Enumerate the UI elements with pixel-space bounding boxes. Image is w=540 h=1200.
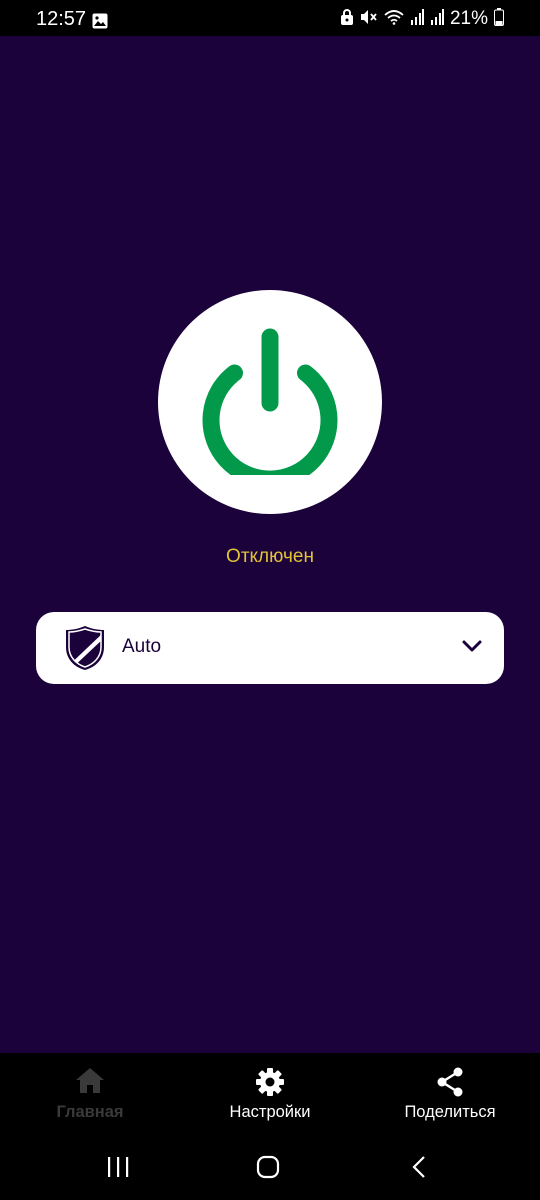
bottom-navigation: Главная Настройки Поделиться bbox=[0, 1053, 540, 1135]
home-icon bbox=[75, 1067, 105, 1100]
back-button[interactable] bbox=[408, 1155, 432, 1184]
battery-icon bbox=[494, 7, 504, 31]
mute-icon bbox=[360, 9, 378, 30]
screen: 12:57 21% Отключен Auto Главная Настройк… bbox=[0, 0, 540, 1200]
signal-icon bbox=[430, 8, 444, 30]
battery-percent: 21% bbox=[449, 8, 488, 29]
server-select-label: Auto bbox=[122, 636, 162, 657]
image-icon bbox=[92, 13, 108, 34]
home-button[interactable] bbox=[256, 1155, 280, 1184]
power-icon bbox=[195, 325, 345, 488]
nav-item-share-label: Поделиться bbox=[404, 1103, 496, 1121]
nav-item-home[interactable]: Главная bbox=[0, 1053, 180, 1135]
nav-item-settings-label: Настройки bbox=[229, 1103, 311, 1121]
connection-status: Отключен bbox=[226, 546, 314, 567]
share-icon bbox=[435, 1067, 465, 1102]
status-icons: 21% bbox=[340, 7, 504, 31]
nav-item-home-label: Главная bbox=[56, 1103, 124, 1121]
wifi-icon bbox=[384, 9, 404, 30]
recent-apps-button[interactable] bbox=[106, 1155, 130, 1184]
nav-item-settings[interactable]: Настройки bbox=[180, 1053, 360, 1135]
main-area: Отключен Auto bbox=[0, 36, 540, 1053]
nav-item-share[interactable]: Поделиться bbox=[360, 1053, 540, 1135]
status-bar: 12:57 21% bbox=[0, 0, 540, 36]
power-button[interactable] bbox=[158, 290, 382, 514]
system-navigation-bar bbox=[0, 1135, 540, 1200]
status-time: 12:57 bbox=[36, 8, 87, 30]
signal-icon bbox=[410, 8, 424, 30]
gear-icon bbox=[255, 1067, 285, 1102]
shield-icon bbox=[66, 626, 104, 675]
chevron-down-icon bbox=[462, 639, 482, 658]
server-select[interactable]: Auto bbox=[36, 612, 504, 684]
lock-icon bbox=[340, 8, 354, 30]
